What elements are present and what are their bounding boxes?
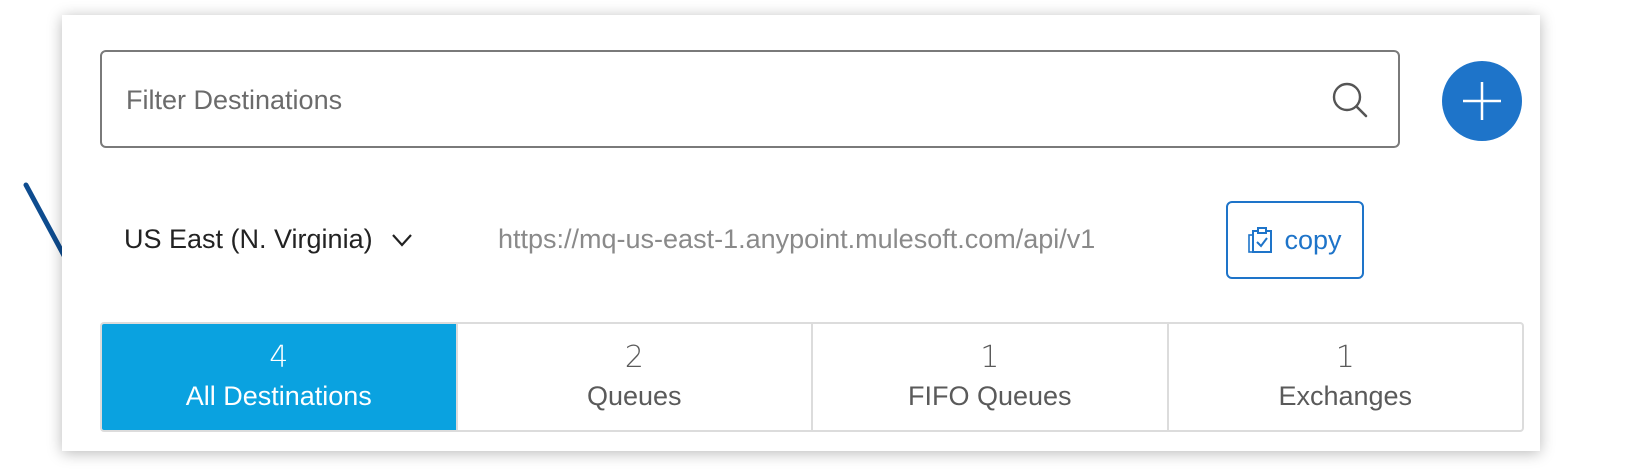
copy-button[interactable]: copy bbox=[1226, 201, 1364, 279]
copy-label: copy bbox=[1284, 224, 1342, 255]
tab-count: 4 bbox=[269, 340, 289, 375]
add-destination-button[interactable] bbox=[1442, 61, 1522, 141]
plus-icon bbox=[1463, 82, 1501, 120]
tab-count: 1 bbox=[980, 340, 1000, 375]
tab-all-destinations[interactable]: 4 All Destinations bbox=[102, 324, 458, 430]
tab-exchanges[interactable]: 1 Exchanges bbox=[1169, 324, 1523, 430]
tab-queues[interactable]: 2 Queues bbox=[458, 324, 813, 430]
region-selector[interactable]: US East (N. Virginia) bbox=[124, 224, 413, 255]
tab-label: FIFO Queues bbox=[907, 381, 1072, 411]
chevron-down-icon bbox=[391, 233, 412, 247]
tab-label: Queues bbox=[586, 381, 682, 411]
search-input[interactable] bbox=[124, 52, 1308, 148]
tab-count: 2 bbox=[624, 340, 644, 375]
search-icon[interactable] bbox=[1330, 80, 1370, 120]
endpoint-url: https://mq-us-east-1.anypoint.mulesoft.c… bbox=[498, 224, 1096, 254]
tab-label: All Destinations bbox=[185, 381, 372, 411]
filter-search-box[interactable] bbox=[100, 50, 1400, 148]
tab-count: 1 bbox=[1335, 340, 1355, 375]
clipboard-check-icon bbox=[1248, 227, 1273, 253]
destination-type-tabs: 4 All Destinations 2 Queues 1 FIFO Queue… bbox=[100, 322, 1524, 432]
region-label: US East (N. Virginia) bbox=[124, 224, 373, 254]
tab-fifo-queues[interactable]: 1 FIFO Queues bbox=[813, 324, 1169, 430]
tab-label: Exchanges bbox=[1278, 381, 1413, 411]
